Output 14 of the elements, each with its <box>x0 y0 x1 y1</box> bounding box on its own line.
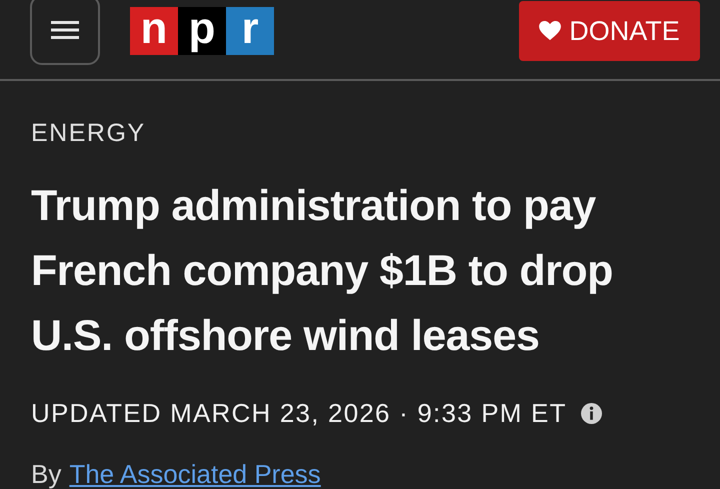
npr-logo[interactable]: n p r <box>130 7 274 55</box>
headline: Trump administration to pay French company $1B to drop U.S. offshore wind leases <box>31 181 614 362</box>
byline-prefix: By <box>31 458 62 489</box>
logo-letter: n <box>130 7 178 55</box>
logo-letter: p <box>178 7 226 55</box>
donate-button[interactable]: DONATE <box>519 1 700 61</box>
author-link[interactable]: The Associated Press <box>69 455 321 489</box>
menu-icon <box>51 20 79 40</box>
menu-button[interactable] <box>30 0 100 65</box>
heart-icon <box>539 21 562 41</box>
info-icon[interactable] <box>580 403 602 424</box>
updated-timestamp: UPDATED MARCH 23, 2026 · 9:33 PM ET <box>31 397 567 430</box>
section-label[interactable]: ENERGY <box>31 118 689 148</box>
logo-letter: r <box>226 7 274 55</box>
